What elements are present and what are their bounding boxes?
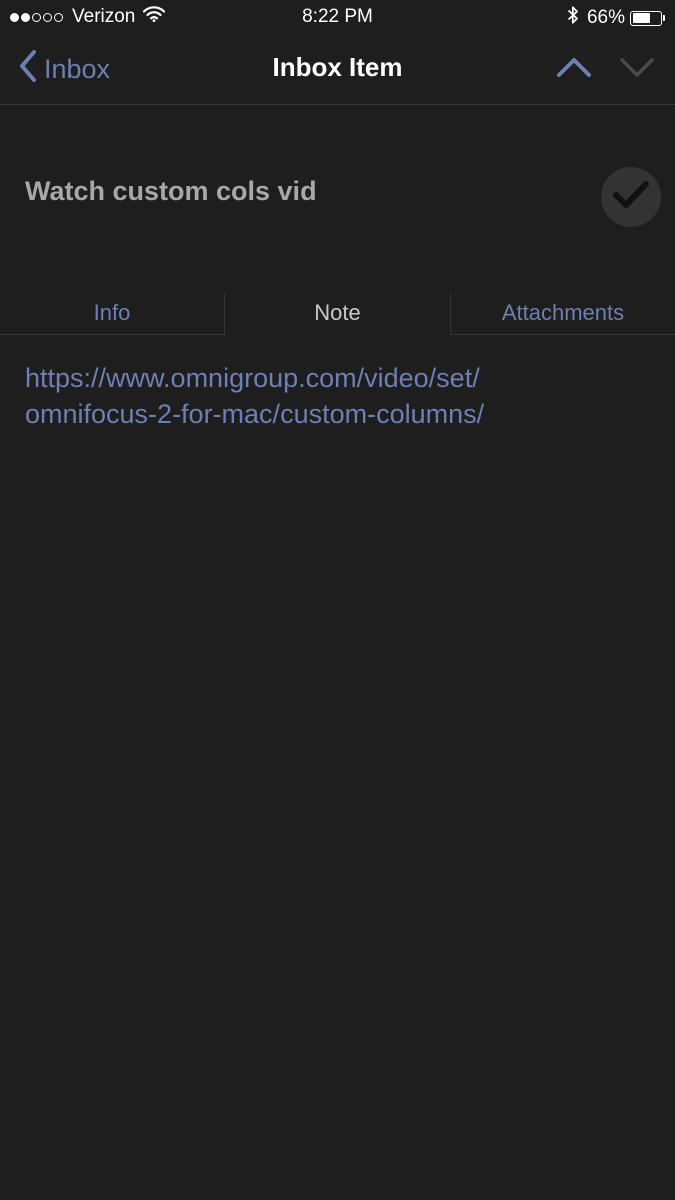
back-button-label: Inbox [44,53,111,84]
tab-note[interactable]: Note [225,293,450,335]
bluetooth-icon [567,5,579,31]
task-title[interactable]: Watch custom cols vid [25,176,317,207]
battery-percentage: 66% [586,7,625,28]
status-right: 66% [567,5,665,31]
note-link-line-2: omnifocus-2-for-mac/custom-columns/ [25,399,485,429]
status-bar: Verizon 8:22 PM 66% [0,0,675,34]
battery-level-fill [632,13,651,23]
note-link-line-1: https://www.omnigroup.com/video/set/ [25,363,480,393]
checkmark-icon [612,180,650,215]
tab-attachments[interactable]: Attachments [450,293,675,335]
chevron-up-icon [556,56,592,83]
chevron-down-icon [619,56,655,83]
previous-item-button[interactable] [554,52,594,86]
chevron-left-icon [18,49,44,90]
next-item-button[interactable] [617,52,657,86]
complete-task-button[interactable] [601,167,661,227]
tab-info[interactable]: Info [0,293,225,335]
segmented-tabs: Info Note Attachments [0,293,675,335]
back-button[interactable]: Inbox [18,48,110,90]
navigation-bar: Inbox Inbox Item [0,34,675,105]
battery-nub [663,15,665,21]
note-link[interactable]: https://www.omnigroup.com/video/set/ omn… [25,360,645,432]
battery-icon [630,10,662,26]
